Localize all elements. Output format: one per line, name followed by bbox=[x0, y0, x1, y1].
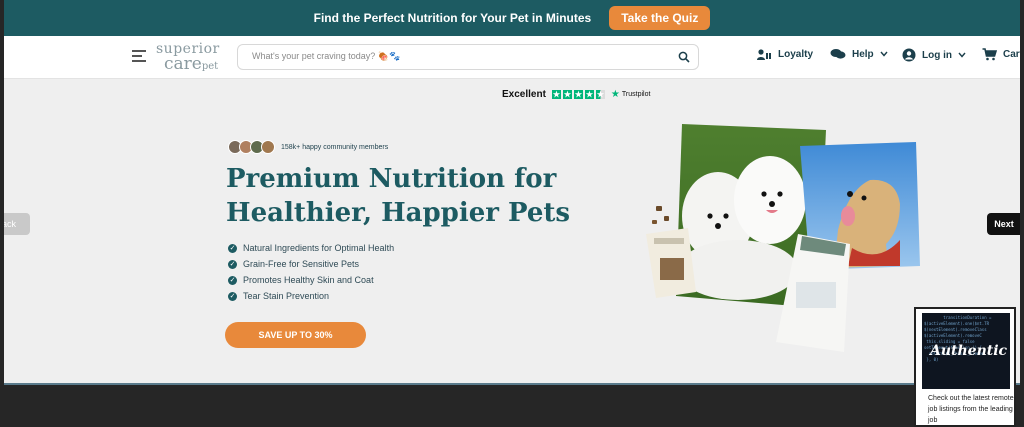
list-item: ✓ Tear Stain Prevention bbox=[228, 288, 394, 304]
check-icon: ✓ bbox=[228, 243, 237, 253]
help-menu[interactable]: Help bbox=[830, 48, 888, 60]
trustpilot-rating[interactable]: Excellent ★ ★ ★ ★ ★ ★ Trustpilot bbox=[502, 89, 650, 100]
check-icon: ✓ bbox=[228, 259, 237, 269]
hero-headline: Premium Nutrition for Healthier, Happier… bbox=[226, 162, 570, 230]
take-quiz-button[interactable]: Take the Quiz bbox=[609, 6, 711, 30]
chevron-down-icon bbox=[958, 52, 966, 58]
login-label: Log in bbox=[922, 49, 952, 61]
user-circle-icon bbox=[902, 48, 916, 62]
community-text: 158k+ happy community members bbox=[281, 143, 389, 151]
star-icon: ★ bbox=[551, 90, 561, 99]
benefit-text: Promotes Healthy Skin and Coat bbox=[243, 275, 374, 285]
list-item: ✓ Natural Ingredients for Optimal Health bbox=[228, 240, 394, 256]
help-label: Help bbox=[852, 48, 874, 60]
promo-text: Find the Perfect Nutrition for Your Pet … bbox=[313, 11, 592, 25]
rating-stars: ★ ★ ★ ★ ★ bbox=[551, 90, 605, 99]
benefit-text: Grain-Free for Sensitive Pets bbox=[243, 259, 360, 269]
community-badge: 158k+ happy community members bbox=[228, 140, 388, 154]
trustpilot-label: Trustpilot bbox=[621, 91, 651, 98]
check-icon: ✓ bbox=[228, 275, 237, 285]
ad-brand: Authentic bbox=[930, 343, 1008, 359]
site-header: superior carepet Loyalty Hel bbox=[4, 36, 1020, 79]
community-avatars bbox=[228, 140, 275, 154]
browser-viewport: Find the Perfect Nutrition for Your Pet … bbox=[4, 0, 1020, 385]
star-icon: ★ bbox=[584, 90, 594, 99]
benefit-text: Natural Ingredients for Optimal Health bbox=[243, 243, 395, 253]
ad-image: transitionDuration = $(activeElement).on… bbox=[922, 313, 1010, 389]
half-star-icon: ★ bbox=[595, 90, 605, 99]
search-input[interactable] bbox=[250, 50, 654, 62]
loyalty-icon bbox=[757, 49, 771, 60]
avatar bbox=[261, 140, 275, 154]
menu-icon[interactable] bbox=[132, 50, 146, 62]
hero-headline-line1: Premium Nutrition for bbox=[226, 164, 557, 194]
save-up-to-30-button[interactable]: SAVE UP TO 30% bbox=[225, 322, 366, 348]
food-pouch bbox=[646, 228, 696, 298]
carousel-next-button[interactable]: Next bbox=[987, 213, 1020, 235]
logo-line2: care bbox=[164, 54, 202, 74]
search-icon[interactable] bbox=[678, 51, 690, 63]
treat-pieces bbox=[652, 206, 669, 224]
promo-bar: Find the Perfect Nutrition for Your Pet … bbox=[4, 0, 1020, 36]
list-item: ✓ Grain-Free for Sensitive Pets bbox=[228, 256, 394, 272]
login-menu[interactable]: Log in bbox=[902, 48, 966, 62]
loyalty-link[interactable]: Loyalty bbox=[756, 48, 813, 61]
trustpilot-star-icon: ★ bbox=[610, 89, 620, 100]
search-bar bbox=[237, 44, 699, 70]
chat-bubbles-icon bbox=[830, 49, 846, 59]
ad-card[interactable]: transitionDuration = $(activeElement).on… bbox=[914, 307, 1016, 427]
star-icon: ★ bbox=[573, 90, 583, 99]
carousel-back-button[interactable]: Back bbox=[4, 213, 30, 235]
hero-headline-line2: Healthier, Happier Pets bbox=[226, 198, 571, 228]
trustpilot-logo: ★ Trustpilot bbox=[611, 89, 651, 100]
logo[interactable]: superior carepet bbox=[156, 42, 220, 73]
ad-description: Check out the latest remote job listings… bbox=[928, 395, 1014, 424]
list-item: ✓ Promotes Healthy Skin and Coat bbox=[228, 272, 394, 288]
cart-link[interactable]: Cart bbox=[982, 48, 1020, 61]
check-icon: ✓ bbox=[228, 291, 237, 301]
loyalty-label: Loyalty bbox=[778, 49, 814, 60]
benefit-text: Tear Stain Prevention bbox=[243, 291, 330, 301]
cart-label: Cart bbox=[1003, 49, 1020, 60]
cart-icon bbox=[982, 48, 997, 61]
chevron-down-icon bbox=[880, 51, 888, 57]
rating-label: Excellent bbox=[502, 89, 546, 100]
benefits-list: ✓ Natural Ingredients for Optimal Health … bbox=[228, 240, 394, 304]
hero-image bbox=[646, 124, 920, 352]
logo-line3: pet bbox=[201, 61, 219, 72]
star-icon: ★ bbox=[562, 90, 572, 99]
